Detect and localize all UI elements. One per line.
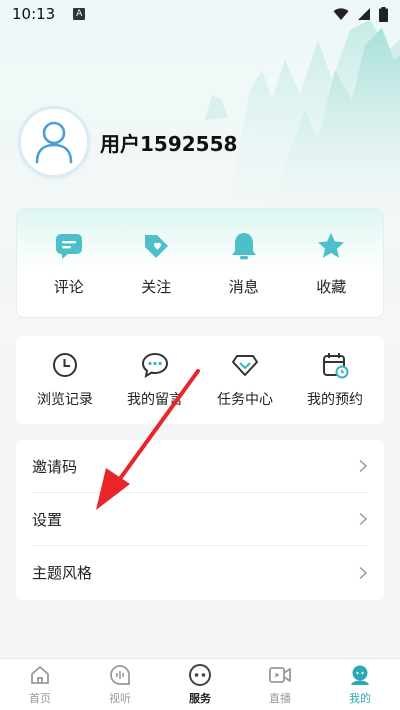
profile-icon xyxy=(348,663,372,687)
nav-tab-service[interactable]: 服务 xyxy=(160,663,240,706)
nav-tab-audio-video[interactable]: 视听 xyxy=(80,663,160,706)
quick-item-favorites[interactable]: 收藏 xyxy=(291,230,371,297)
heart-tag-icon xyxy=(140,230,172,262)
tool-item-my-messages[interactable]: 我的留言 xyxy=(112,351,198,409)
quick-actions-card: 评论 关注 消息 收藏 xyxy=(16,208,384,318)
quick-label: 评论 xyxy=(53,277,84,296)
nav-tab-mine[interactable]: 我的 xyxy=(320,663,400,706)
diamond-icon xyxy=(231,351,259,379)
tool-item-task-center[interactable]: 任务中心 xyxy=(202,351,288,409)
tool-item-history[interactable]: 浏览记录 xyxy=(22,351,108,409)
status-time: 10:13 xyxy=(12,5,56,23)
comment-icon xyxy=(53,230,85,262)
list-item-settings[interactable]: 设置 xyxy=(32,493,368,546)
status-bar: 10:13 A xyxy=(0,0,400,28)
calendar-icon xyxy=(321,351,349,379)
star-icon xyxy=(315,230,347,262)
avatar[interactable] xyxy=(18,106,90,178)
tool-label: 浏览记录 xyxy=(37,392,93,408)
quick-label: 关注 xyxy=(141,277,172,296)
header-background xyxy=(0,0,400,380)
tool-label: 我的留言 xyxy=(127,392,183,408)
nav-label: 视听 xyxy=(109,692,131,705)
settings-list: 邀请码 设置 主题风格 xyxy=(16,440,384,600)
list-item-label: 邀请码 xyxy=(32,457,78,476)
quick-item-messages[interactable]: 消息 xyxy=(204,230,284,297)
bell-icon xyxy=(228,230,260,262)
audio-icon xyxy=(108,663,132,687)
quick-item-comment[interactable]: 评论 xyxy=(29,230,109,297)
user-icon xyxy=(35,121,73,164)
quick-item-follow[interactable]: 关注 xyxy=(116,230,196,297)
video-icon xyxy=(268,663,292,687)
nav-label: 我的 xyxy=(349,692,371,705)
chevron-right-icon xyxy=(359,459,368,473)
nav-tab-home[interactable]: 首页 xyxy=(0,663,80,706)
tool-label: 我的预约 xyxy=(307,392,363,408)
tool-label: 任务中心 xyxy=(217,392,273,408)
battery-icon xyxy=(379,6,388,22)
status-icons xyxy=(333,6,388,22)
nav-label: 首页 xyxy=(29,692,51,705)
list-item-label: 设置 xyxy=(32,510,63,529)
quick-label: 消息 xyxy=(228,277,259,296)
nav-tab-live[interactable]: 直播 xyxy=(240,663,320,706)
tools-card: 浏览记录 我的留言 任务中心 我的预约 xyxy=(16,336,384,424)
list-item-invite-code[interactable]: 邀请码 xyxy=(32,440,368,493)
status-indicator: A xyxy=(73,8,86,20)
nav-label: 直播 xyxy=(269,692,291,705)
chevron-right-icon xyxy=(359,566,368,579)
wifi-icon xyxy=(333,7,349,20)
message-icon xyxy=(141,351,169,379)
list-item-theme-style[interactable]: 主题风格 xyxy=(32,546,368,599)
username[interactable]: 用户1592558 xyxy=(100,128,237,157)
mountain-illustration xyxy=(205,20,400,220)
chevron-right-icon xyxy=(359,512,368,526)
tool-item-reservations[interactable]: 我的预约 xyxy=(292,351,378,409)
signal-icon xyxy=(358,8,370,20)
service-icon xyxy=(188,663,212,687)
home-icon xyxy=(28,663,52,687)
bottom-navigation: 首页 视听 服务 直播 我的 xyxy=(0,658,400,710)
list-item-label: 主题风格 xyxy=(32,564,93,582)
clock-icon xyxy=(51,351,79,379)
quick-label: 收藏 xyxy=(316,277,347,296)
nav-label: 服务 xyxy=(189,692,211,705)
